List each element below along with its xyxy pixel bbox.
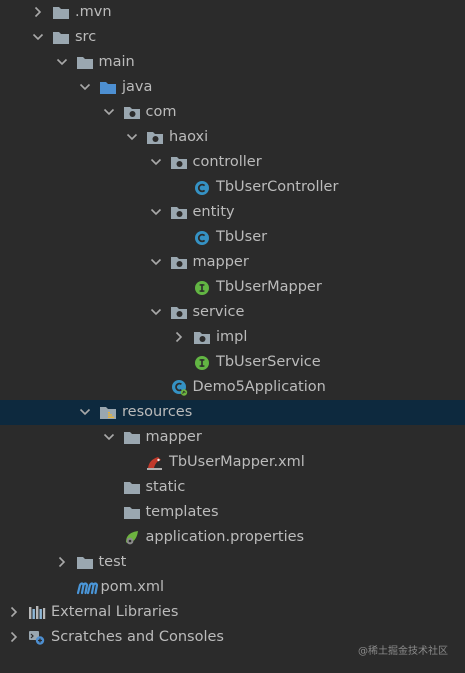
tree-item-label: com <box>145 104 177 120</box>
maven-icon <box>76 579 98 596</box>
chevron-right-icon[interactable] <box>7 630 21 644</box>
chevron-down-icon[interactable] <box>31 30 45 44</box>
interface-icon <box>193 354 211 371</box>
tree-item-label: TbUserMapper <box>216 279 322 295</box>
spring-boot-class-icon <box>170 379 188 396</box>
tree-item-tbuserservice[interactable]: TbUserService <box>0 350 465 375</box>
mybatis-xml-icon <box>146 454 164 471</box>
tree-item-demo5application[interactable]: Demo5Application <box>0 375 465 400</box>
folder-icon <box>123 504 141 521</box>
resources-folder-icon <box>99 404 117 421</box>
folder-icon <box>76 554 94 571</box>
tree-item-label: templates <box>145 504 219 520</box>
tree-item-label: impl <box>216 329 248 345</box>
package-icon <box>146 129 164 146</box>
source-folder-icon <box>99 79 117 96</box>
tree-item-service[interactable]: service <box>0 300 465 325</box>
tree-item-java[interactable]: java <box>0 75 465 100</box>
folder-icon <box>52 29 70 46</box>
scratches-icon <box>28 629 46 646</box>
tree-item-label: External Libraries <box>51 604 179 620</box>
chevron-down-icon[interactable] <box>78 405 92 419</box>
chevron-down-icon[interactable] <box>149 305 163 319</box>
chevron-down-icon[interactable] <box>78 80 92 94</box>
package-icon <box>123 104 141 121</box>
tree-item-external-libraries[interactable]: External Libraries <box>0 600 465 625</box>
tree-item-label: application.properties <box>145 529 305 545</box>
folder-icon <box>76 54 94 71</box>
tree-item-tbusermapper[interactable]: TbUserMapper <box>0 275 465 300</box>
tree-item-label: resources <box>122 404 193 420</box>
folder-icon <box>123 479 141 496</box>
class-icon <box>193 179 211 196</box>
tree-item-haoxi[interactable]: haoxi <box>0 125 465 150</box>
chevron-down-icon[interactable] <box>149 155 163 169</box>
chevron-down-icon[interactable] <box>149 205 163 219</box>
chevron-right-icon[interactable] <box>7 605 21 619</box>
tree-item-tbusermapper-xml[interactable]: TbUserMapper.xml <box>0 450 465 475</box>
chevron-right-icon[interactable] <box>55 555 69 569</box>
tree-item-resources[interactable]: resources <box>0 400 465 425</box>
tree-item-templates[interactable]: templates <box>0 500 465 525</box>
tree-item-label: TbUserController <box>216 179 339 195</box>
package-icon <box>170 204 188 221</box>
tree-item-application-properties[interactable]: application.properties <box>0 525 465 550</box>
tree-item-tbuser[interactable]: TbUser <box>0 225 465 250</box>
tree-item-entity[interactable]: entity <box>0 200 465 225</box>
tree-item-label: mapper <box>145 429 202 445</box>
package-icon <box>170 254 188 271</box>
tree-item-label: mapper <box>192 254 249 270</box>
tree-item-label: service <box>192 304 245 320</box>
tree-item-label: entity <box>192 204 235 220</box>
tree-item-impl[interactable]: impl <box>0 325 465 350</box>
tree-item-controller[interactable]: controller <box>0 150 465 175</box>
chevron-down-icon[interactable] <box>102 430 116 444</box>
tree-item-label: src <box>75 29 97 45</box>
folder-icon <box>123 429 141 446</box>
spring-properties-icon <box>123 529 141 546</box>
chevron-down-icon[interactable] <box>55 55 69 69</box>
tree-item-label: haoxi <box>169 129 209 145</box>
interface-icon <box>193 279 211 296</box>
package-icon <box>193 329 211 346</box>
tree-item-label: Scratches and Consoles <box>51 629 224 645</box>
libraries-icon <box>28 604 46 621</box>
tree-item-label: controller <box>192 154 262 170</box>
tree-item-pom[interactable]: pom.xml <box>0 575 465 600</box>
tree-item-label: TbUser <box>216 229 268 245</box>
tree-item-label: main <box>98 54 135 70</box>
tree-item-com[interactable]: com <box>0 100 465 125</box>
chevron-down-icon[interactable] <box>125 130 139 144</box>
tree-item-label: test <box>98 554 127 570</box>
tree-item-label: java <box>122 79 153 95</box>
tree-item-label: .mvn <box>75 4 112 20</box>
project-tree: .mvn src main java com haoxi controller TbUserC… <box>0 0 465 673</box>
tree-item-static[interactable]: static <box>0 475 465 500</box>
tree-item-test[interactable]: test <box>0 550 465 575</box>
tree-item-mapper-package[interactable]: mapper <box>0 250 465 275</box>
folder-icon <box>52 4 70 21</box>
tree-item-mapper-folder[interactable]: mapper <box>0 425 465 450</box>
chevron-down-icon[interactable] <box>149 255 163 269</box>
watermark: @稀土掘金技术社区 <box>358 646 448 657</box>
tree-item-tbusercontroller[interactable]: TbUserController <box>0 175 465 200</box>
package-icon <box>170 304 188 321</box>
tree-item-main[interactable]: main <box>0 50 465 75</box>
tree-item-label: TbUserService <box>216 354 321 370</box>
tree-item-label: static <box>145 479 186 495</box>
chevron-right-icon[interactable] <box>172 330 186 344</box>
tree-item-src[interactable]: src <box>0 25 465 50</box>
package-icon <box>170 154 188 171</box>
class-icon <box>193 229 211 246</box>
chevron-down-icon[interactable] <box>102 105 116 119</box>
chevron-right-icon[interactable] <box>31 5 45 19</box>
tree-item-label: Demo5Application <box>192 379 326 395</box>
tree-item-label: pom.xml <box>100 579 165 595</box>
tree-item-label: TbUserMapper.xml <box>169 454 305 470</box>
tree-item-mvn[interactable]: .mvn <box>0 0 465 25</box>
